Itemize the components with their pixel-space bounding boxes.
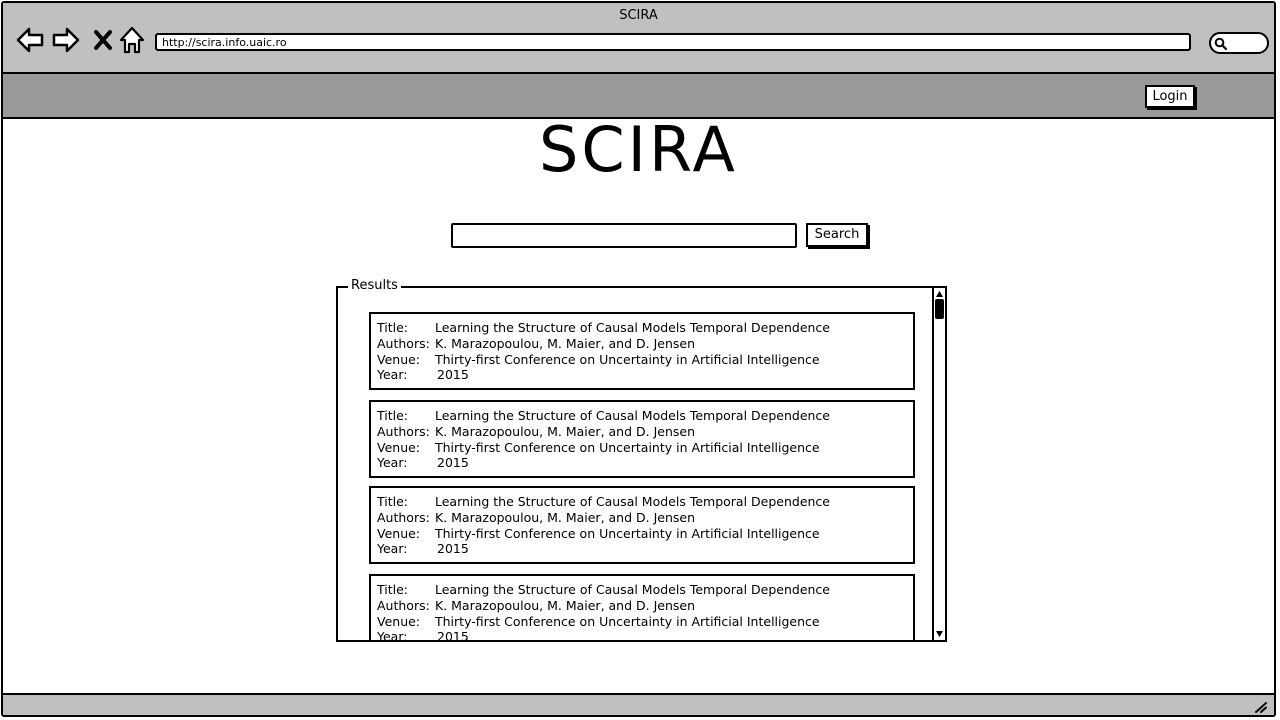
result-year: 2015: [437, 367, 469, 382]
browser-window: SCIRA http://scira.info.uaic.ro Login SC…: [1, 1, 1276, 717]
result-year: 2015: [437, 455, 469, 470]
result-year-label: Year:: [377, 541, 408, 556]
result-year: 2015: [437, 541, 469, 556]
results-scrollbar[interactable]: [932, 286, 947, 642]
search-input[interactable]: [451, 223, 797, 248]
result-year-label: Year:: [377, 629, 408, 640]
home-icon[interactable]: [117, 25, 147, 55]
result-title-label: Title:: [377, 408, 408, 423]
result-title[interactable]: Learning the Structure of Causal Models …: [435, 494, 830, 510]
result-year-label: Year:: [377, 367, 408, 382]
result-authors: K. Marazopoulou, M. Maier, and D. Jensen: [435, 598, 696, 613]
results-legend: Results: [348, 278, 401, 294]
address-bar[interactable]: http://scira.info.uaic.ro: [155, 33, 1191, 51]
result-authors-label: Authors:: [377, 510, 430, 525]
results-panel: Title: Learning the Structure of Causal M…: [336, 286, 947, 642]
result-venue: Thirty-first Conference on Uncertainty i…: [435, 526, 820, 541]
result-authors-label: Authors:: [377, 424, 430, 439]
result-venue-label: Venue:: [377, 352, 421, 367]
site-logo: SCIRA: [539, 113, 738, 186]
scroll-down-arrow-icon[interactable]: [935, 630, 944, 638]
result-title-label: Title:: [377, 494, 408, 509]
result-authors: K. Marazopoulou, M. Maier, and D. Jensen: [435, 336, 696, 351]
status-bar: [3, 693, 1274, 715]
login-button[interactable]: Login: [1145, 85, 1195, 108]
result-title[interactable]: Learning the Structure of Causal Models …: [435, 320, 830, 336]
scroll-thumb[interactable]: [935, 299, 944, 319]
scroll-up-arrow-icon[interactable]: [935, 290, 944, 298]
result-venue-label: Venue:: [377, 526, 421, 541]
window-title: SCIRA: [619, 8, 658, 23]
result-authors-label: Authors:: [377, 336, 430, 351]
resize-grip-icon[interactable]: [1254, 701, 1268, 713]
result-venue: Thirty-first Conference on Uncertainty i…: [435, 614, 820, 629]
result-venue-label: Venue:: [377, 440, 421, 455]
result-venue: Thirty-first Conference on Uncertainty i…: [435, 440, 820, 455]
result-title-label: Title:: [377, 320, 408, 335]
result-year: 2015: [437, 629, 469, 640]
result-venue-label: Venue:: [377, 614, 421, 629]
result-card[interactable]: Title: Learning the Structure of Causal M…: [369, 574, 915, 640]
results-list: Title: Learning the Structure of Causal M…: [338, 288, 930, 640]
search-button[interactable]: Search: [806, 223, 868, 247]
result-title[interactable]: Learning the Structure of Causal Models …: [435, 582, 830, 598]
browser-search-field[interactable]: [1209, 32, 1269, 54]
result-title[interactable]: Learning the Structure of Causal Models …: [435, 408, 830, 424]
result-year-label: Year:: [377, 455, 408, 470]
forward-arrow-icon[interactable]: [51, 25, 81, 55]
back-arrow-icon[interactable]: [15, 25, 45, 55]
result-venue: Thirty-first Conference on Uncertainty i…: [435, 352, 820, 367]
result-card[interactable]: Title: Learning the Structure of Causal M…: [369, 400, 915, 478]
browser-chrome: SCIRA http://scira.info.uaic.ro: [3, 3, 1274, 74]
result-title-label: Title:: [377, 582, 408, 597]
result-authors: K. Marazopoulou, M. Maier, and D. Jensen: [435, 510, 696, 525]
close-icon[interactable]: [89, 25, 119, 55]
search-icon: [1214, 37, 1228, 51]
result-authors: K. Marazopoulou, M. Maier, and D. Jensen: [435, 424, 696, 439]
result-card[interactable]: Title: Learning the Structure of Causal M…: [369, 486, 915, 564]
result-authors-label: Authors:: [377, 598, 430, 613]
result-card[interactable]: Title: Learning the Structure of Causal M…: [369, 312, 915, 390]
